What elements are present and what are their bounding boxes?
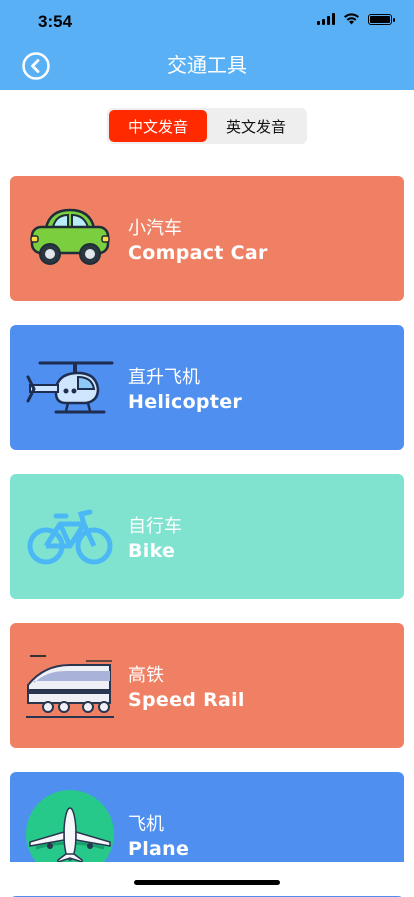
vehicle-name-cn: 高铁 <box>128 665 164 686</box>
vehicle-card-bike[interactable]: 自行车 Bike <box>10 474 404 599</box>
segment-english-button[interactable]: 英文发音 <box>207 110 305 142</box>
vehicle-name-cn: 飞机 <box>128 814 164 835</box>
bottom-safe-area <box>0 862 414 896</box>
vehicle-name-cn: 小汽车 <box>128 218 182 239</box>
vehicle-name-cn: 自行车 <box>128 516 182 537</box>
vehicle-card-car[interactable]: 小汽车 Compact Car <box>10 176 404 301</box>
car-icon <box>30 208 110 265</box>
vehicle-card-speed-rail[interactable]: 高铁 Speed Rail <box>10 623 404 748</box>
status-time: 3:54 <box>38 12 73 31</box>
airplane-icon <box>26 790 114 870</box>
segment-chinese-button[interactable]: 中文发音 <box>109 110 207 142</box>
helicopter-icon <box>26 361 114 414</box>
home-indicator[interactable] <box>134 880 280 885</box>
vehicle-name-en: Helicopter <box>128 391 243 413</box>
vehicle-card-helicopter[interactable]: 直升飞机 Helicopter <box>10 325 404 450</box>
pronunciation-segmented-control: 中文发音 英文发音 <box>107 108 307 144</box>
wifi-icon <box>344 13 359 25</box>
signal-icon <box>317 13 335 25</box>
status-icons <box>317 13 395 25</box>
navigation-bar: 3:54 交通工具 <box>0 0 414 90</box>
train-icon <box>26 655 114 718</box>
vehicle-name-en: Plane <box>128 838 190 860</box>
page-title: 交通工具 <box>167 53 247 77</box>
battery-icon <box>368 13 395 25</box>
vehicle-name-en: Speed Rail <box>128 689 245 711</box>
bicycle-icon <box>27 509 113 565</box>
vehicle-name-en: Compact Car <box>128 242 268 264</box>
vehicle-name-en: Bike <box>128 540 176 562</box>
vehicle-name-cn: 直升飞机 <box>128 367 200 388</box>
